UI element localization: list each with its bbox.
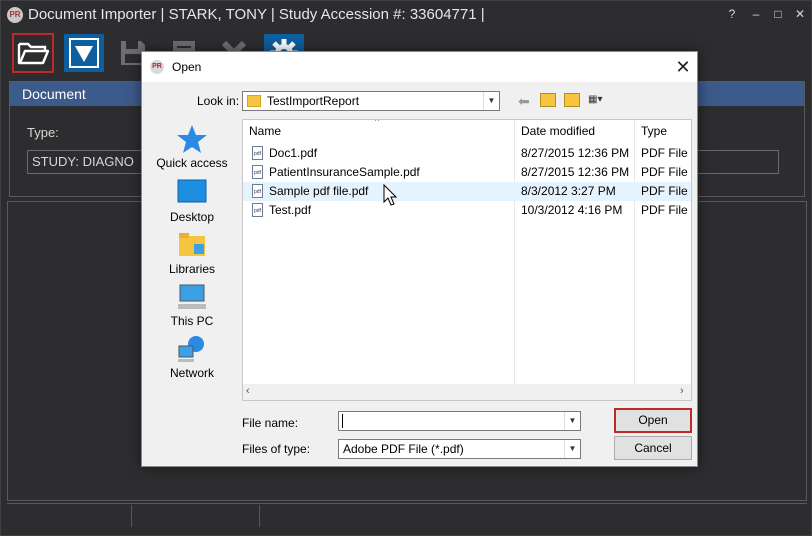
- text-caret: [342, 414, 343, 428]
- place-quick-access[interactable]: Quick access: [146, 124, 238, 170]
- place-desktop[interactable]: Desktop: [146, 178, 238, 224]
- pdf-file-icon: pdf: [252, 165, 263, 179]
- mouse-cursor-icon: [383, 184, 397, 206]
- folder-icon: [247, 95, 261, 107]
- table-row[interactable]: pdf Sample pdf file.pdf 8/3/2012 3:27 PM PD…: [243, 182, 691, 201]
- place-label: Desktop: [169, 210, 215, 224]
- file-date-cell: 8/27/2015 12:36 PM: [521, 146, 630, 160]
- star-icon: [177, 125, 207, 153]
- libraries-icon: [179, 233, 205, 256]
- place-label: This PC: [170, 314, 214, 328]
- type-label: Type:: [27, 125, 59, 140]
- file-type-cell: PDF File: [641, 165, 688, 179]
- places-bar: Quick access Desktop Libraries This PC N…: [146, 122, 238, 392]
- file-name-cell: PatientInsuranceSample.pdf: [269, 165, 420, 179]
- chevron-down-icon[interactable]: ▼: [564, 412, 580, 430]
- file-name-combo[interactable]: ▼: [338, 411, 581, 431]
- file-type-cell: PDF File: [641, 203, 688, 217]
- file-type-cell: PDF File: [641, 184, 688, 198]
- column-header-date[interactable]: Date modified: [515, 120, 633, 142]
- maximize-button[interactable]: □: [769, 1, 787, 28]
- pdf-file-icon: pdf: [252, 184, 263, 198]
- scroll-left-icon[interactable]: ‹: [246, 385, 250, 397]
- chevron-down-icon[interactable]: ▼: [483, 92, 499, 110]
- scroll-right-icon[interactable]: ›: [680, 385, 684, 397]
- file-type-value: Adobe PDF File (*.pdf): [343, 442, 464, 456]
- file-name-cell: Doc1.pdf: [269, 146, 318, 160]
- file-type-label: Files of type:: [242, 442, 311, 456]
- file-date-cell: 10/3/2012 4:16 PM: [521, 203, 623, 217]
- title-bar: PR Document Importer | STARK, TONY | Stu…: [1, 1, 811, 28]
- look-in-label: Look in:: [197, 94, 240, 108]
- window-title: Document Importer | STARK, TONY | Study …: [28, 6, 485, 23]
- place-label: Network: [169, 366, 214, 380]
- dialog-title-bar: PR Open ✕: [142, 52, 697, 82]
- table-row[interactable]: pdf Test.pdf 10/3/2012 4:16 PM PDF File: [243, 201, 691, 220]
- new-folder-icon[interactable]: [564, 93, 580, 107]
- look-in-combo[interactable]: TestImportReport ▼: [242, 91, 500, 111]
- folder-open-icon: [17, 42, 49, 65]
- download-button[interactable]: [64, 34, 104, 72]
- back-arrow-icon[interactable]: ⬅: [518, 92, 532, 110]
- pdf-file-icon: pdf: [252, 146, 263, 160]
- horizontal-scrollbar[interactable]: ‹ ›: [243, 384, 691, 400]
- dialog-title: Open: [172, 60, 202, 74]
- app-logo-icon: PR: [7, 7, 23, 23]
- desktop-icon: [177, 179, 207, 203]
- status-divider: [259, 505, 260, 527]
- table-row[interactable]: pdf Doc1.pdf 8/27/2015 12:36 PM PDF File: [243, 144, 691, 163]
- file-date-cell: 8/27/2015 12:36 PM: [521, 165, 630, 179]
- place-this-pc[interactable]: This PC: [146, 282, 238, 328]
- table-row[interactable]: pdf PatientInsuranceSample.pdf 8/27/2015 1…: [243, 163, 691, 182]
- file-list: ^ Name Date modified Type pdf Doc1.pdf 8/2…: [242, 119, 692, 401]
- network-icon: [178, 336, 204, 362]
- dialog-close-icon[interactable]: ✕: [672, 56, 694, 78]
- file-name-label: File name:: [242, 416, 299, 430]
- dialog-logo-icon: PR: [150, 60, 164, 74]
- file-type-cell: PDF File: [641, 146, 688, 160]
- open-dialog: PR Open ✕ Look in: TestImportReport ▼ ⬅ …: [141, 51, 698, 467]
- cancel-button[interactable]: Cancel: [614, 436, 692, 460]
- column-header-type[interactable]: Type: [635, 120, 691, 142]
- status-bar: [7, 503, 807, 529]
- open-button[interactable]: Open: [614, 408, 692, 433]
- file-type-combo[interactable]: Adobe PDF File (*.pdf) ▼: [338, 439, 581, 459]
- file-date-cell: 8/3/2012 3:27 PM: [521, 184, 616, 198]
- look-in-value: TestImportReport: [267, 94, 360, 108]
- open-folder-button[interactable]: [12, 33, 54, 73]
- computer-icon: [178, 284, 206, 309]
- place-label: Quick access: [156, 156, 228, 170]
- up-folder-icon[interactable]: [540, 93, 556, 107]
- download-triangle-icon: [69, 38, 99, 68]
- chevron-down-icon[interactable]: ▼: [564, 440, 580, 458]
- column-header-name[interactable]: Name: [243, 120, 513, 142]
- place-network[interactable]: Network: [146, 334, 238, 380]
- pdf-file-icon: pdf: [252, 203, 263, 217]
- status-divider: [131, 505, 132, 527]
- minimize-button[interactable]: –: [747, 1, 765, 28]
- help-button[interactable]: ?: [723, 1, 741, 28]
- place-libraries[interactable]: Libraries: [146, 230, 238, 276]
- view-menu-icon[interactable]: ▦▾: [588, 94, 610, 106]
- close-button[interactable]: ✕: [791, 1, 809, 28]
- place-label: Libraries: [168, 262, 216, 276]
